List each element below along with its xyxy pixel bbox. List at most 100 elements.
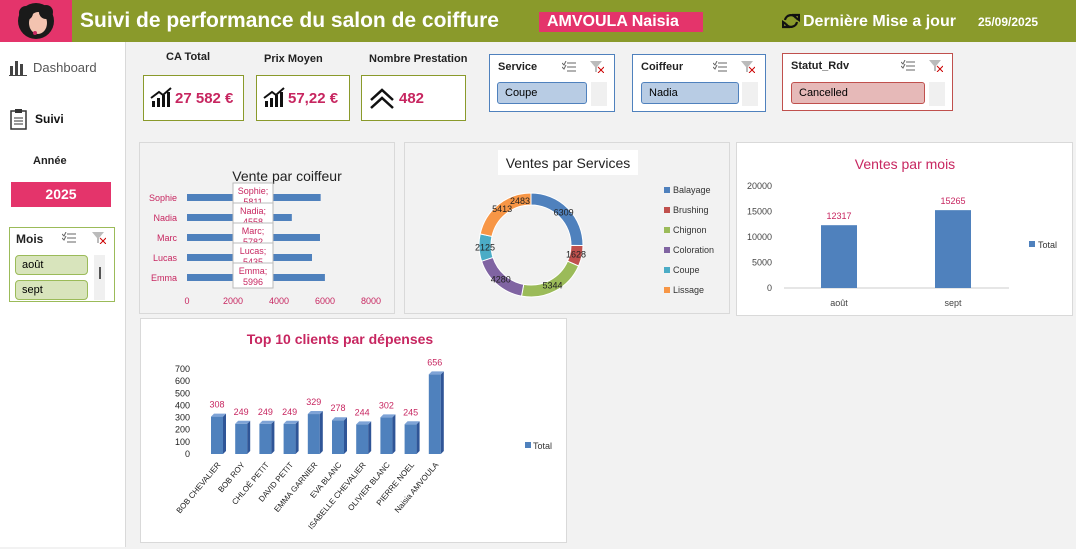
chart-ventes-mois: Ventes par mois 0 5000 10000 15000 20000 1231… xyxy=(736,142,1073,316)
nav-suivi[interactable]: Suivi xyxy=(9,108,64,130)
mois-scrollbar[interactable] xyxy=(94,255,105,300)
data-label: 249 xyxy=(282,407,297,417)
donut-slice xyxy=(530,192,584,246)
y-tick-label: 500 xyxy=(175,388,190,398)
kpi-prix-label: Prix Moyen xyxy=(264,53,323,65)
bar-side xyxy=(271,420,275,454)
y-tick-label: 300 xyxy=(175,413,190,423)
data-label: 278 xyxy=(330,403,345,413)
mois-slicer: Mois août sept xyxy=(9,227,115,302)
bar-side xyxy=(440,371,444,454)
kpi-nb-value: 482 xyxy=(399,89,425,107)
mois-slicer-title: Mois xyxy=(16,232,44,246)
nav-dashboard[interactable]: Dashboard xyxy=(9,58,97,76)
coiffeur-selected[interactable]: Nadia xyxy=(641,82,739,104)
data-label: 302 xyxy=(379,400,394,410)
service-slicer: Service Coupe xyxy=(489,54,615,112)
slice-label: 4280 xyxy=(491,275,511,285)
multi-select-icon[interactable] xyxy=(562,61,576,73)
kpi-prix-box: 57,22 € xyxy=(256,75,350,121)
chart-title: Vente par coiffeur xyxy=(232,168,342,184)
kpi-nb-label: Nombre Prestation xyxy=(369,53,468,65)
data-label: 249 xyxy=(258,407,273,417)
mois-item-sept[interactable]: sept xyxy=(15,280,88,300)
bar xyxy=(235,423,248,454)
statut-scrollbar[interactable] xyxy=(929,82,945,106)
kpi-nb-box: 482 xyxy=(361,75,466,121)
scrollbar-thumb[interactable] xyxy=(98,267,101,279)
service-scrollbar[interactable] xyxy=(591,82,607,106)
data-label: Lucas; xyxy=(240,246,267,256)
y-tick-label: 10000 xyxy=(747,232,772,242)
bar xyxy=(404,424,417,454)
legend-swatch xyxy=(664,267,670,273)
bar-side xyxy=(223,413,226,454)
bar xyxy=(283,423,296,454)
chart-ventes-services: Ventes par Services 6309 1628 5344 4280 2125… xyxy=(404,142,730,314)
service-selected[interactable]: Coupe xyxy=(497,82,587,104)
legend-swatch xyxy=(664,227,670,233)
data-label: Nadia; xyxy=(240,206,266,216)
legend-swatch xyxy=(664,187,670,193)
refresh-icon[interactable] xyxy=(782,12,800,30)
bar-side xyxy=(368,421,372,454)
y-tick-label: Nadia xyxy=(153,213,177,223)
coiffeur-scrollbar[interactable] xyxy=(742,82,758,106)
year-value[interactable]: 2025 xyxy=(11,182,111,207)
clipboard-icon xyxy=(10,109,27,130)
clear-filter-icon[interactable] xyxy=(929,60,943,72)
chart-vente-coiffeur: Vente par coiffeur Sophie Nadia Marc Lucas E… xyxy=(139,142,395,314)
data-label: 244 xyxy=(355,407,370,417)
slice-label: 6309 xyxy=(554,208,574,218)
donut-slice xyxy=(520,260,580,298)
last-update-date: 25/09/2025 xyxy=(978,15,1039,29)
bar xyxy=(380,417,393,454)
statut-slicer-title: Statut_Rdv xyxy=(791,60,850,72)
bar-side xyxy=(295,420,299,454)
logo xyxy=(0,0,72,42)
coiffeur-slicer: Coiffeur Nadia xyxy=(632,54,766,112)
mois-item-aout[interactable]: août xyxy=(15,255,88,275)
ventes-services-svg: Ventes par Services 6309 1628 5344 4280 2125… xyxy=(475,150,714,298)
slice-label: 1628 xyxy=(566,250,586,260)
y-tick-label: 0 xyxy=(767,283,772,293)
bar xyxy=(332,420,344,454)
bar xyxy=(259,423,272,454)
multi-select-icon[interactable] xyxy=(901,60,915,72)
slice-label: 2125 xyxy=(475,242,495,252)
y-tick-label: 100 xyxy=(175,437,190,447)
multi-select-icon[interactable] xyxy=(62,232,76,244)
bar-side xyxy=(344,417,347,454)
kpi-ca-value: 27 582 € xyxy=(175,89,234,107)
chart-title: Top 10 clients par dépenses xyxy=(247,331,434,347)
y-tick-label: 5000 xyxy=(752,258,772,268)
data-label: 656 xyxy=(427,357,442,367)
nav-dashboard-label: Dashboard xyxy=(33,59,97,75)
y-tick-label: 200 xyxy=(175,425,190,435)
data-label: Sophie; xyxy=(238,186,269,196)
clear-filter-icon[interactable] xyxy=(590,61,604,73)
double-chevron-up-icon xyxy=(370,88,394,109)
x-tick-label: BOB CHEVALIER xyxy=(175,460,223,515)
x-tick-label: 2000 xyxy=(223,296,243,306)
kpi-ca-label: CA Total xyxy=(166,51,210,63)
bar xyxy=(307,414,320,454)
ventes-mois-svg: Ventes par mois 0 5000 10000 15000 20000 1231… xyxy=(747,156,1057,308)
statut-selected[interactable]: Cancelled xyxy=(791,82,925,104)
data-label: 15265 xyxy=(940,196,965,206)
y-tick-label: 700 xyxy=(175,364,190,374)
clear-filter-icon[interactable] xyxy=(741,61,755,73)
x-tick-label: Naisia AMVOULA xyxy=(393,460,441,515)
bar xyxy=(935,210,971,288)
multi-select-icon[interactable] xyxy=(713,61,727,73)
year-label: Année xyxy=(33,155,67,167)
data-label: 12317 xyxy=(826,211,851,221)
legend-label: Chignon xyxy=(673,225,707,235)
data-label: Marc; xyxy=(242,226,265,236)
y-tick-label: Sophie xyxy=(149,193,177,203)
clear-filter-icon[interactable] xyxy=(92,232,106,244)
coiffeur-slicer-title: Coiffeur xyxy=(641,61,684,73)
y-tick-label: 0 xyxy=(185,449,190,459)
data-label: 308 xyxy=(209,400,224,410)
kpi-prix-value: 57,22 € xyxy=(288,89,339,107)
